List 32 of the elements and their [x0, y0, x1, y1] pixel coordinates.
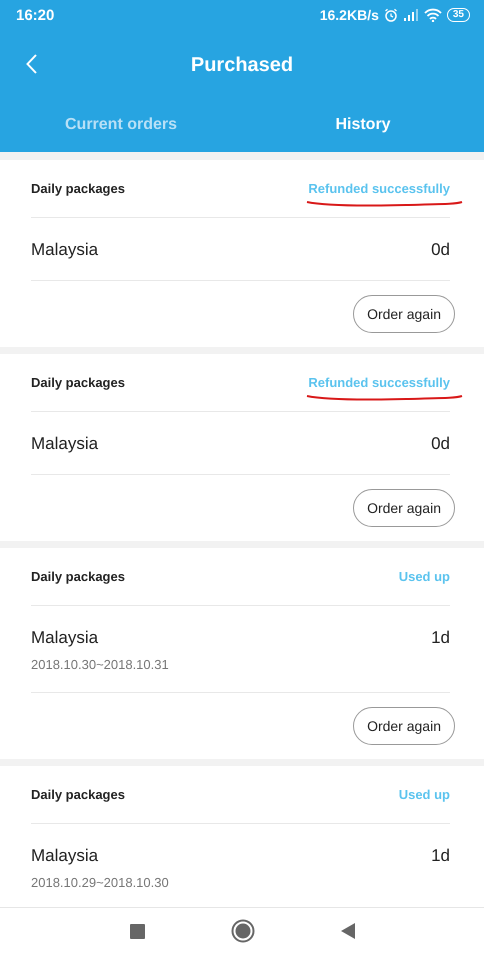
date-range: 2018.10.29~2018.10.30	[31, 875, 170, 890]
duration: 1d	[431, 628, 450, 648]
package-type: Daily packages	[31, 181, 125, 196]
network-speed: 16.2KB/s	[320, 7, 379, 23]
recents-icon[interactable]	[130, 924, 144, 938]
wifi-icon	[424, 8, 442, 22]
duration: 1d	[431, 846, 450, 866]
order-status: Refunded successfully	[308, 374, 450, 390]
country-name: Malaysia	[31, 434, 98, 454]
order-status: Used up	[398, 786, 450, 802]
package-type: Daily packages	[31, 787, 125, 802]
date-range: 2018.10.30~2018.10.31	[31, 657, 170, 672]
clock: 16:20	[16, 6, 54, 24]
order-status: Used up	[398, 568, 450, 584]
order-again-button[interactable]: Order again	[353, 489, 455, 527]
package-type: Daily packages	[31, 375, 125, 390]
back-nav-icon[interactable]	[340, 923, 354, 939]
country-name: Malaysia	[31, 628, 98, 648]
signal-icon	[402, 9, 419, 21]
order-again-button[interactable]: Order again	[353, 707, 455, 745]
order-status: Refunded successfully	[308, 180, 450, 196]
alarm-icon	[384, 8, 398, 22]
page-title: Purchased	[190, 54, 294, 76]
duration: 0d	[431, 434, 450, 454]
back-icon[interactable]	[26, 54, 38, 74]
country-name: Malaysia	[31, 240, 98, 260]
duration: 0d	[431, 240, 450, 260]
country-name: Malaysia	[31, 846, 98, 866]
home-icon[interactable]	[230, 919, 254, 943]
package-type: Daily packages	[31, 569, 125, 584]
battery-indicator: 35	[446, 8, 470, 22]
order-again-button[interactable]: Order again	[353, 295, 455, 333]
